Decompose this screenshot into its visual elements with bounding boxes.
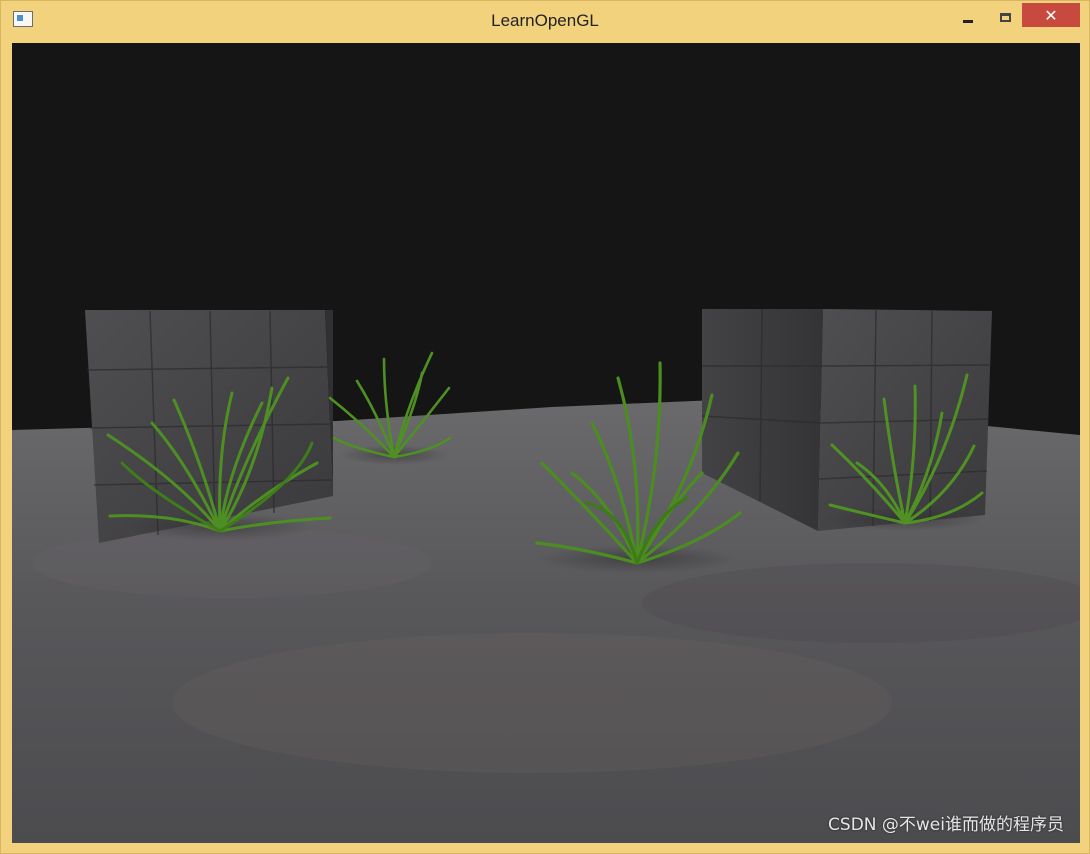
close-button[interactable]: ✕ xyxy=(1022,3,1080,27)
close-icon: ✕ xyxy=(1044,5,1058,25)
title-bar[interactable]: LearnOpenGL ✕ xyxy=(1,1,1089,41)
app-window: LearnOpenGL ✕ CSDN @不wei谁而做的程序员 xyxy=(0,0,1090,854)
opengl-viewport[interactable]: CSDN @不wei谁而做的程序员 xyxy=(12,43,1080,843)
watermark: CSDN @不wei谁而做的程序员 xyxy=(828,815,1064,835)
minimize-icon xyxy=(963,19,973,23)
window-title: LearnOpenGL xyxy=(491,11,599,30)
maximize-button[interactable] xyxy=(991,5,1019,29)
maximize-icon xyxy=(999,12,1011,22)
minimize-button[interactable] xyxy=(954,5,982,29)
scene-canvas xyxy=(12,308,1080,843)
